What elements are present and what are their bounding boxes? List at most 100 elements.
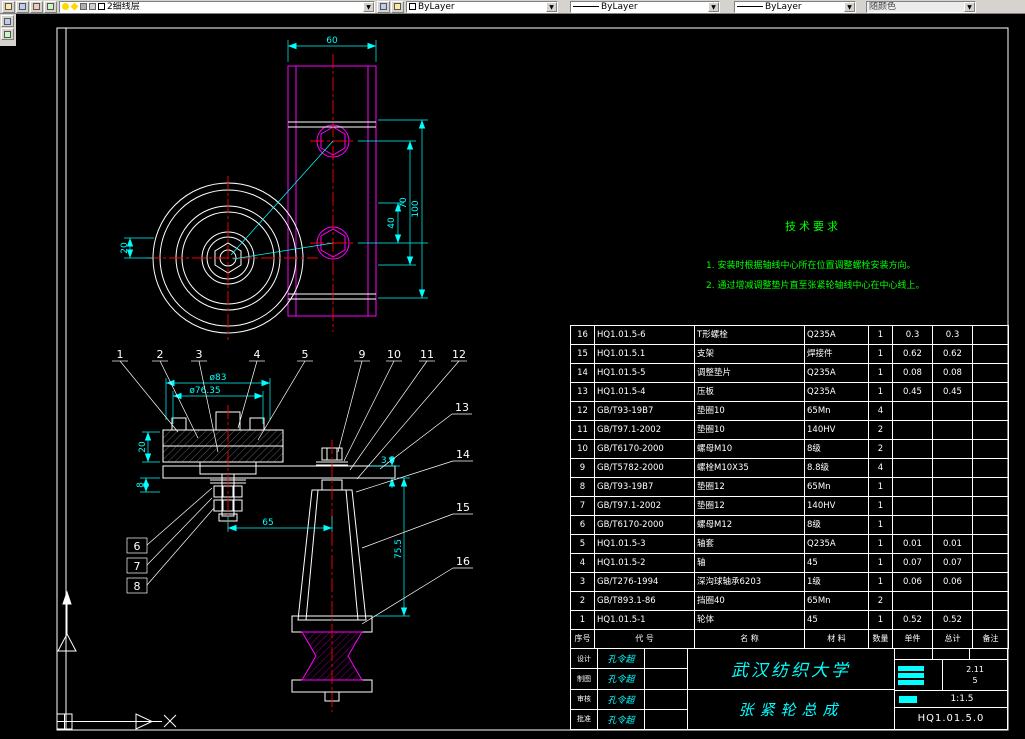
bom-cell-material: 65Mn bbox=[804, 591, 869, 611]
drawing-title: 张紧轮总成 bbox=[738, 700, 844, 719]
plotstyle-dropdown[interactable]: 随颜色 ▼ bbox=[866, 0, 976, 13]
bom-cell-code: GB/T93-19B7 bbox=[594, 477, 695, 497]
object-properties-toolbar: 2细线层 ▼ ByLayer ▼ ByLayer ▼ ByLayer ▼ 随颜色… bbox=[0, 0, 1025, 14]
layer-manager-button[interactable] bbox=[16, 0, 29, 13]
bom-cell-qty: 4 bbox=[868, 401, 893, 421]
bom-cell-name: 调整垫片 bbox=[694, 363, 805, 383]
bom-cell-code: HQ1.01.5-3 bbox=[594, 534, 695, 554]
color-dropdown[interactable]: ByLayer ▼ bbox=[406, 0, 558, 13]
bom-cell-qty: 1 bbox=[868, 477, 893, 497]
bom-cell-material: 8级 bbox=[804, 439, 869, 459]
current-lineweight-name: ByLayer bbox=[765, 1, 802, 12]
color-dropdown-arrow-icon[interactable]: ▼ bbox=[546, 1, 557, 12]
stage-mark-bar bbox=[898, 679, 924, 685]
line-tool-icon bbox=[4, 17, 11, 25]
polyline-tool-button[interactable] bbox=[1, 28, 14, 40]
dim-35-label: 3.5 bbox=[381, 456, 395, 466]
bom-cell-code: GB/T276-1994 bbox=[594, 572, 695, 592]
make-object-layer-current-button[interactable] bbox=[2, 0, 15, 13]
signature-row: 设计 孔令超 bbox=[571, 649, 687, 670]
linetype-sample-icon bbox=[573, 6, 599, 7]
signature-label: 设计 bbox=[571, 649, 598, 669]
linetype-dropdown-arrow-icon[interactable]: ▼ bbox=[708, 1, 719, 12]
bom-cell-name: 轴 bbox=[694, 553, 805, 573]
dim-70-label: 70 bbox=[399, 197, 409, 209]
bom-cell-no: 1 bbox=[570, 610, 595, 630]
bom-cell-unit bbox=[892, 420, 933, 440]
bom-cell-note bbox=[972, 382, 1009, 402]
drawing-number: HQ1.01.5.0 bbox=[917, 713, 985, 724]
mini-cell bbox=[895, 649, 933, 659]
bom-cell-note bbox=[972, 344, 1009, 364]
linetype-dropdown[interactable]: ByLayer ▼ bbox=[570, 0, 720, 13]
bom-cell-qty: 2 bbox=[868, 591, 893, 611]
bom-cell-material: 140HV bbox=[804, 420, 869, 440]
bom-cell-qty: 1 bbox=[868, 610, 893, 630]
layers-dialog-button[interactable] bbox=[377, 0, 390, 13]
layer-previous-button[interactable] bbox=[44, 0, 57, 13]
bom-cell-total: 0.52 bbox=[932, 610, 973, 630]
dim-20-top-label: 20 bbox=[120, 242, 130, 254]
make-layer-current-icon bbox=[5, 3, 12, 10]
bom-cell-qty: 1 bbox=[868, 496, 893, 516]
bom-cell-name: 垫圈10 bbox=[694, 420, 805, 440]
balloon-5: 5 bbox=[302, 348, 309, 361]
bom-cell-note bbox=[972, 496, 1009, 516]
tech-req-line2: 2. 通过增减调整垫片直至张紧轮轴线中心在中心线上。 bbox=[706, 279, 924, 291]
bom-row: 5 HQ1.01.5-3 轴套 Q235A 1 0.01 0.01 bbox=[570, 534, 1009, 554]
bom-cell-code: GB/T6170-2000 bbox=[594, 515, 695, 535]
bom-row: 13 HQ1.01.5-4 压板 Q235A 1 0.45 0.45 bbox=[570, 382, 1009, 402]
bom-cell-code: GB/T97.1-2002 bbox=[594, 420, 695, 440]
stage-mark-bar bbox=[898, 665, 924, 671]
balloon-12: 12 bbox=[452, 348, 466, 361]
bom-cell-no: 2 bbox=[570, 591, 595, 611]
lineweight-dropdown[interactable]: ByLayer ▼ bbox=[734, 0, 856, 13]
bom-cell-code: GB/T93-19B7 bbox=[594, 401, 695, 421]
layer-dropdown[interactable]: 2细线层 ▼ bbox=[59, 0, 375, 13]
dim-dia83-label: ø83 bbox=[210, 373, 227, 383]
bom-cell-total: 0.62 bbox=[932, 344, 973, 364]
bom-cell-unit bbox=[892, 477, 933, 497]
signature-date-cell bbox=[645, 669, 687, 688]
tech-req-line1: 1. 安装时根据轴线中心所在位置调整螺栓安装方向。 bbox=[706, 259, 915, 271]
bom-cell-qty: 1 bbox=[868, 534, 893, 554]
bom-cell-total bbox=[932, 401, 973, 421]
dim-100-label: 100 bbox=[411, 200, 421, 217]
title-block: 设计 孔令超 制图 孔令超 审核 孔令超 批准 孔令超 武汉纺织大学 张紧轮总成 2.11 5 bbox=[570, 648, 1008, 730]
layers-icon bbox=[19, 3, 26, 10]
bom-cell-total bbox=[932, 458, 973, 478]
bom-cell-total bbox=[932, 496, 973, 516]
top-view-dimensions bbox=[124, 40, 428, 299]
mini-cell bbox=[970, 649, 1007, 659]
bom-cell-no: 10 bbox=[570, 439, 595, 459]
bom-cell-qty: 1 bbox=[868, 382, 893, 402]
bom-header-cell: 总计 bbox=[932, 629, 973, 649]
bom-row: 6 GB/T6170-2000 螺母M12 8级 1 bbox=[570, 515, 1009, 535]
weight-sheet-values: 2.11 5 bbox=[943, 660, 1007, 690]
match-properties-button[interactable] bbox=[391, 0, 404, 13]
bom-cell-total bbox=[932, 420, 973, 440]
bom-cell-qty: 1 bbox=[868, 325, 893, 345]
bom-cell-unit bbox=[892, 591, 933, 611]
bom-row: 1 HQ1.01.5-1 轮体 45 1 0.52 0.52 bbox=[570, 610, 1009, 630]
bom-table: 16 HQ1.01.5-6 T形螺栓 Q235A 1 0.3 0.3 15 HQ1.01.5.1… bbox=[570, 325, 1009, 649]
bom-cell-note bbox=[972, 591, 1009, 611]
layer-dropdown-arrow-icon[interactable]: ▼ bbox=[363, 1, 374, 12]
balloon-14: 14 bbox=[456, 448, 470, 461]
lineweight-dropdown-arrow-icon[interactable]: ▼ bbox=[844, 1, 855, 12]
layer-states-button[interactable] bbox=[30, 0, 43, 13]
bom-cell-qty: 1 bbox=[868, 363, 893, 383]
line-tool-button[interactable] bbox=[1, 15, 14, 27]
bom-cell-note bbox=[972, 515, 1009, 535]
bom-cell-material: Q235A bbox=[804, 382, 869, 402]
bom-cell-no: 9 bbox=[570, 458, 595, 478]
balloon-2: 2 bbox=[157, 348, 164, 361]
bom-cell-code: GB/T893.1-86 bbox=[594, 591, 695, 611]
bom-cell-no: 3 bbox=[570, 572, 595, 592]
bom-row: 14 HQ1.01.5-5 调整垫片 Q235A 1 0.08 0.08 bbox=[570, 363, 1009, 383]
plotstyle-dropdown-arrow-icon[interactable]: ▼ bbox=[964, 1, 975, 12]
balloon-10: 10 bbox=[387, 348, 401, 361]
stage-mark-bar bbox=[899, 695, 917, 703]
bom-cell-name: 轮体 bbox=[694, 610, 805, 630]
bom-cell-qty: 1 bbox=[868, 344, 893, 364]
